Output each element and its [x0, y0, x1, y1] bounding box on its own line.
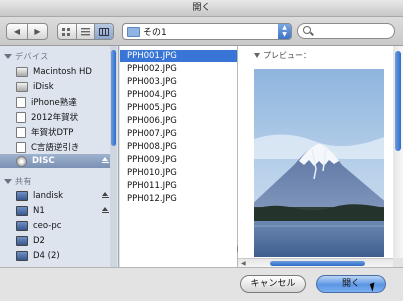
- sidebar-item-c-gengo[interactable]: C言語逆引き: [0, 140, 110, 154]
- open-dialog-window: 開く ◀ ▶ その1 ▲ ▼ デバイス Macintosh HD iDisk i…: [0, 0, 403, 301]
- back-forward-control: ◀ ▶: [6, 23, 48, 40]
- idisk-icon: [16, 82, 28, 92]
- disclosure-triangle-icon: [4, 179, 12, 184]
- toolbar: ◀ ▶ その1 ▲ ▼: [0, 17, 403, 46]
- network-monitor-icon: [16, 221, 28, 231]
- preview-label: プレビュー：: [263, 51, 311, 60]
- disc-icon: [16, 155, 27, 167]
- network-monitor-icon: [16, 236, 28, 246]
- file-row[interactable]: PPH010.JPG: [120, 167, 237, 179]
- file-row[interactable]: PPH002.JPG: [120, 63, 237, 75]
- sidebar-item-label: D2: [33, 236, 45, 246]
- shared-header[interactable]: 共有: [4, 176, 32, 187]
- sidebar-item-label: DISC: [32, 156, 55, 166]
- sidebar-scroll-thumb[interactable]: [111, 50, 116, 146]
- sidebar-item-label: N1: [33, 206, 45, 216]
- preview-header[interactable]: プレビュー：: [254, 50, 311, 61]
- file-row[interactable]: PPH007.JPG: [120, 128, 237, 140]
- document-icon: [16, 126, 26, 138]
- sidebar-scrollbar[interactable]: [110, 46, 117, 267]
- network-monitor-icon: [16, 251, 28, 261]
- sidebar-item-n1[interactable]: N1: [0, 204, 110, 218]
- file-row[interactable]: PPH009.JPG: [120, 154, 237, 166]
- sidebar-item-label: Macintosh HD: [33, 67, 92, 77]
- button-bar: キャンセル 開く: [0, 267, 403, 301]
- column-view-button[interactable]: [94, 24, 113, 39]
- preview-vertical-scrollbar[interactable]: [393, 46, 403, 258]
- location-popup[interactable]: その1 ▲ ▼: [122, 23, 292, 40]
- sidebar-item-label: 年賀状DTP: [31, 128, 74, 138]
- disclosure-triangle-icon: [4, 54, 12, 59]
- sidebar-item-disc[interactable]: DISC: [0, 154, 110, 168]
- disclosure-triangle-icon: [254, 53, 260, 58]
- network-monitor-icon: [16, 206, 28, 216]
- document-icon: [16, 111, 26, 123]
- file-row[interactable]: PPH003.JPG: [120, 76, 237, 88]
- list-view-icon: [81, 27, 90, 35]
- vertical-scroll-thumb[interactable]: [395, 51, 401, 151]
- eject-icon[interactable]: [101, 207, 109, 213]
- sidebar-item-label: iDisk: [33, 82, 54, 92]
- devices-header[interactable]: デバイス: [4, 51, 49, 62]
- sidebar-item-d4[interactable]: D4 (2): [0, 249, 110, 263]
- file-row[interactable]: PPH001.JPG: [120, 50, 237, 62]
- sidebar-item-iphone[interactable]: iPhone熟達: [0, 95, 110, 109]
- eject-icon[interactable]: [101, 192, 109, 198]
- eject-icon[interactable]: [101, 157, 109, 163]
- scroll-left-arrow-icon[interactable]: ◀: [241, 260, 246, 267]
- preview-image: [254, 69, 384, 257]
- sidebar-item-nengajo-dtp[interactable]: 年賀状DTP: [0, 125, 110, 139]
- icon-view-button[interactable]: [58, 24, 76, 39]
- back-button[interactable]: ◀: [7, 24, 27, 39]
- sidebar: デバイス Macintosh HD iDisk iPhone熟達 2012年賀状…: [0, 46, 119, 267]
- sidebar-item-landisk[interactable]: landisk: [0, 189, 110, 203]
- sidebar-item-macintosh-hd[interactable]: Macintosh HD: [0, 65, 110, 79]
- sidebar-item-ceo-pc[interactable]: ceo-pc: [0, 219, 110, 233]
- view-mode-control: [57, 23, 114, 40]
- file-column: PPH001.JPG PPH002.JPG PPH003.JPG PPH004.…: [120, 46, 242, 267]
- sidebar-item-label: ceo-pc: [33, 221, 62, 231]
- sidebar-item-d2[interactable]: D2: [0, 234, 110, 248]
- sidebar-item-label: D4 (2): [33, 251, 60, 261]
- preview-pane: プレビュー：: [238, 46, 393, 258]
- document-icon: [16, 96, 26, 108]
- file-row[interactable]: PPH006.JPG: [120, 115, 237, 127]
- forward-button[interactable]: ▶: [27, 24, 47, 39]
- popup-arrows-icon: ▲ ▼: [278, 24, 291, 39]
- sidebar-item-2012-nengajo[interactable]: 2012年賀状: [0, 110, 110, 124]
- location-label: その1: [143, 28, 167, 38]
- file-row[interactable]: PPH004.JPG: [120, 89, 237, 101]
- search-icon: [303, 26, 311, 34]
- list-view-button[interactable]: [75, 24, 95, 39]
- hard-disk-icon: [16, 67, 28, 77]
- horizontal-scroll-thumb[interactable]: [270, 261, 365, 266]
- sidebar-item-label: landisk: [33, 191, 64, 201]
- document-icon: [16, 141, 26, 153]
- folder-icon: [127, 27, 140, 37]
- column-view-icon: [99, 27, 110, 36]
- window-title: 開く: [192, 3, 211, 13]
- file-row[interactable]: PPH005.JPG: [120, 102, 237, 114]
- sidebar-item-label: 2012年賀状: [31, 113, 79, 123]
- search-field[interactable]: [297, 23, 395, 39]
- title-bar: 開く: [0, 0, 403, 17]
- file-row[interactable]: PPH011.JPG: [120, 180, 237, 192]
- cancel-button[interactable]: キャンセル: [240, 275, 306, 293]
- sidebar-item-label: iPhone熟達: [31, 98, 77, 108]
- sidebar-item-idisk[interactable]: iDisk: [0, 80, 110, 94]
- file-row[interactable]: PPH012.JPG: [120, 193, 237, 205]
- icon-view-icon: [62, 27, 71, 36]
- network-monitor-icon: [16, 191, 28, 201]
- sidebar-item-label: C言語逆引き: [31, 143, 80, 153]
- file-row[interactable]: PPH008.JPG: [120, 141, 237, 153]
